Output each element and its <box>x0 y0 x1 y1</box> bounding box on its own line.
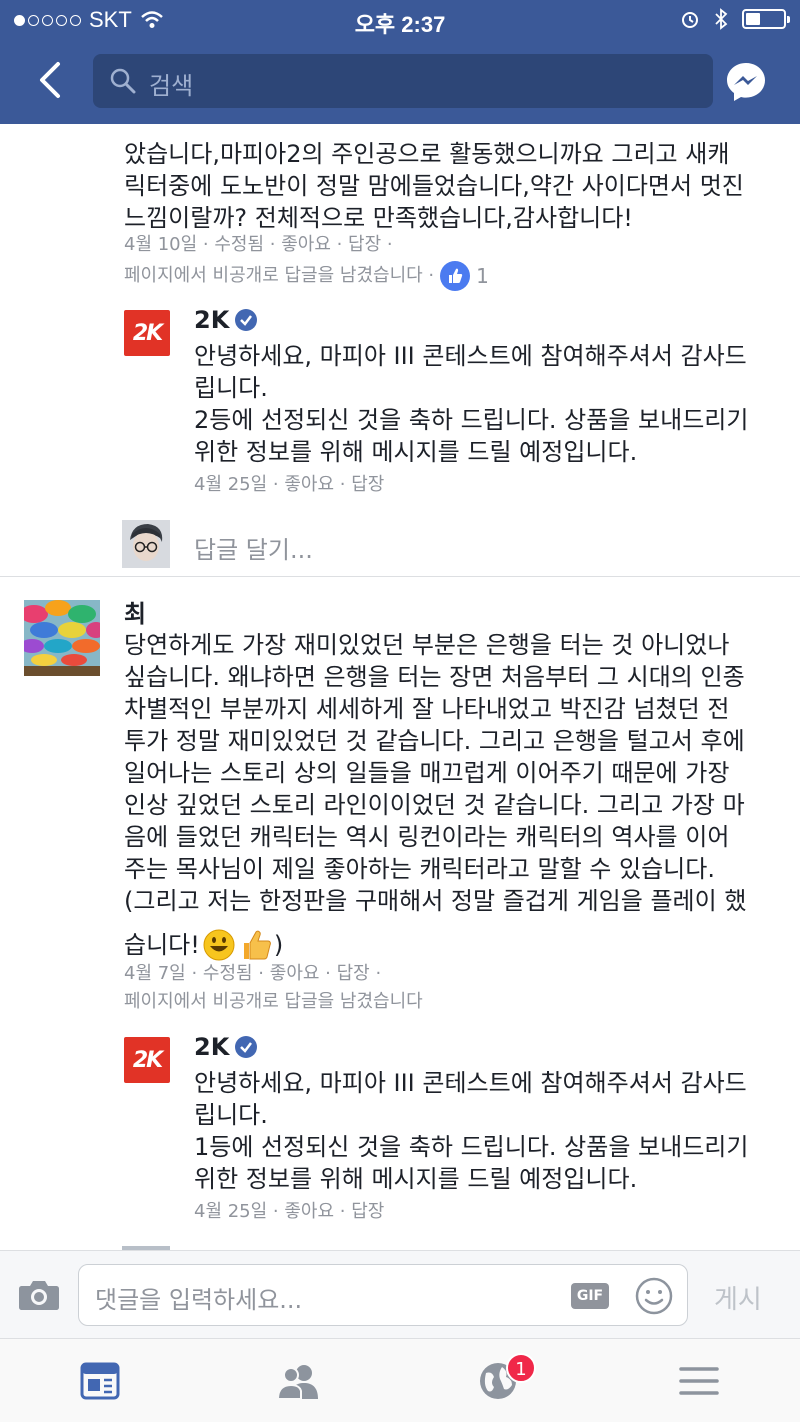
reply-meta[interactable]: 4월 25일 · 좋아요 · 답장 <box>194 1198 384 1226</box>
messenger-icon[interactable] <box>724 60 768 104</box>
logo-text: 2K <box>132 1047 163 1073</box>
reply-body: 안녕하세요, 마피아 III 콘테스트에 참여해주셔서 감사드 립니다. 1등에… <box>194 1067 784 1195</box>
status-bar: SKT 오후 2:37 <box>0 0 800 40</box>
reply-author[interactable]: 2K <box>194 306 258 334</box>
comment-line: 았습니다,마피아2의 주인공으로 활동했으니까요 그리고 새캐 <box>124 140 730 168</box>
comment-divider <box>0 576 800 577</box>
comment-line-end: ) <box>273 931 284 959</box>
private-reply-note: 페이지에서 비공개로 답글을 남겼습니다 · <box>124 265 435 286</box>
comment-line: 인상 깊었던 스토리 라인이이었던 것 같습니다. 그리고 가장 마 <box>124 791 745 819</box>
friends-icon[interactable] <box>276 1361 322 1401</box>
reply-line: 립니다. <box>194 374 268 402</box>
post-button[interactable]: 게시 <box>714 1279 762 1316</box>
verified-badge-icon <box>235 309 258 331</box>
reply-line: 안녕하세요, 마피아 III 콘테스트에 참여해주셔서 감사드 <box>194 1069 747 1097</box>
reply-author-name[interactable]: 2K <box>194 1033 229 1061</box>
comment-composer: 댓글을 입력하세요... GIF 게시 <box>0 1250 800 1338</box>
back-arrow-icon[interactable] <box>28 58 72 102</box>
reply-author-name[interactable]: 2K <box>194 306 229 334</box>
comments-feed: 았습니다,마피아2의 주인공으로 활동했으니까요 그리고 새캐 릭터중에 도노반… <box>0 124 800 1250</box>
comment-line: 릭터중에 도노반이 정말 맘에들었습니다,약간 사이다면서 멋진 <box>124 172 744 200</box>
search-bar[interactable]: 검색 <box>93 54 713 108</box>
comment-line: 음에 들었던 캐릭터는 역시 링컨이라는 캐릭터의 역사를 이어 <box>124 823 730 851</box>
comment-line: 주는 목사님이 제일 좋아하는 캐릭터라고 말할 수 있습니다. <box>124 855 715 883</box>
reply-line: 안녕하세요, 마피아 III 콘테스트에 참여해주셔서 감사드 <box>194 342 747 370</box>
notification-count-badge: 1 <box>506 1353 536 1383</box>
sticker-icon[interactable] <box>634 1276 674 1316</box>
reply-line: 1등에 선정되신 것을 축하 드립니다. 상품을 보내드리기 <box>194 1133 749 1161</box>
like-count: 1 <box>476 264 489 288</box>
comment-line: 싶습니다. 왜냐하면 은행을 터는 장면 처음부터 그 시대의 인종 <box>124 663 745 691</box>
search-icon <box>110 68 136 94</box>
comment-line: 느낌이랄까? 전체적으로 만족했습니다,감사합니다! <box>124 204 633 232</box>
thumbs-up-emoji-icon <box>243 930 271 960</box>
user-avatar <box>122 520 170 568</box>
reply-author[interactable]: 2K <box>194 1033 258 1061</box>
comment-input[interactable]: 댓글을 입력하세요... GIF <box>78 1264 688 1326</box>
comment-meta-private: 페이지에서 비공개로 답글을 남겼습니다 · 1 <box>124 261 489 291</box>
alarm-icon <box>682 12 698 28</box>
comment-line: (그리고 저는 한정판을 구매해서 정말 즐겁게 게임을 플레이 했 <box>124 887 747 915</box>
reply-meta[interactable]: 4월 25일 · 좋아요 · 답장 <box>194 471 384 499</box>
comment-line: 일어나는 스토리 상의 일들을 매끄럽게 이어주기 때문에 가장 <box>124 759 730 787</box>
comment-input-placeholder: 댓글을 입력하세요... <box>95 1286 303 1314</box>
comment-actions[interactable]: 4월 10일 · 수정됨 · 좋아요 · 답장 · <box>124 234 393 255</box>
reply-line: 위한 정보를 위해 메시지를 드릴 예정입니다. <box>194 1165 638 1193</box>
reply-line: 립니다. <box>194 1101 268 1129</box>
tab-bar: 1 <box>0 1338 800 1422</box>
camera-icon[interactable] <box>18 1279 60 1311</box>
gif-button[interactable]: GIF <box>571 1283 609 1309</box>
search-placeholder: 검색 <box>149 72 194 100</box>
2k-logo[interactable]: 2K <box>124 1037 170 1083</box>
comment-line: 투가 정말 재미있었던 것 같습니다. 그리고 은행을 털고서 후에 <box>124 727 745 755</box>
battery-icon <box>742 9 790 29</box>
comment-body: 당연하게도 가장 재미있었던 부분은 은행을 터는 것 아니었나 싶습니다. 왜… <box>124 629 794 963</box>
reply-line: 위한 정보를 위해 메시지를 드릴 예정입니다. <box>194 438 638 466</box>
comment-line: 습니다! <box>124 931 200 959</box>
commenter-avatar[interactable] <box>24 600 100 676</box>
news-feed-icon[interactable] <box>80 1361 120 1401</box>
reply-body: 안녕하세요, 마피아 III 콘테스트에 참여해주셔서 감사드 립니다. 2등에… <box>194 340 784 468</box>
comment-body: 았습니다,마피아2의 주인공으로 활동했으니까요 그리고 새캐 릭터중에 도노반… <box>124 124 794 234</box>
comment-meta[interactable]: 4월 10일 · 수정됨 · 좋아요 · 답장 · <box>124 231 393 259</box>
menu-icon[interactable] <box>678 1361 720 1401</box>
smiley-emoji-icon <box>203 929 235 961</box>
comment-line-clipped <box>124 124 132 138</box>
nav-bar: 검색 <box>0 40 800 124</box>
comment-line: 차별적인 부분까지 세세하게 잘 나타내었고 박진감 넘쳤던 전 <box>124 695 730 723</box>
private-reply-note: 페이지에서 비공개로 답글을 남겼습니다 <box>124 991 423 1012</box>
bluetooth-icon <box>715 8 728 30</box>
reply-input-placeholder[interactable]: 답글 달기... <box>194 530 313 565</box>
like-icon <box>440 261 471 291</box>
verified-badge-icon <box>235 1036 258 1058</box>
reply-line: 2등에 선정되신 것을 축하 드립니다. 상품을 보내드리기 <box>194 406 749 434</box>
commenter-name[interactable]: 최 <box>124 594 146 629</box>
logo-text: 2K <box>132 320 163 346</box>
2k-logo[interactable]: 2K <box>124 310 170 356</box>
comment-line: 당연하게도 가장 재미있었던 부분은 은행을 터는 것 아니었나 <box>124 631 730 659</box>
comment-meta[interactable]: 4월 7일 · 수정됨 · 좋아요 · 답장 · <box>124 960 381 988</box>
comment-last-line: 습니다! ) <box>124 927 794 963</box>
